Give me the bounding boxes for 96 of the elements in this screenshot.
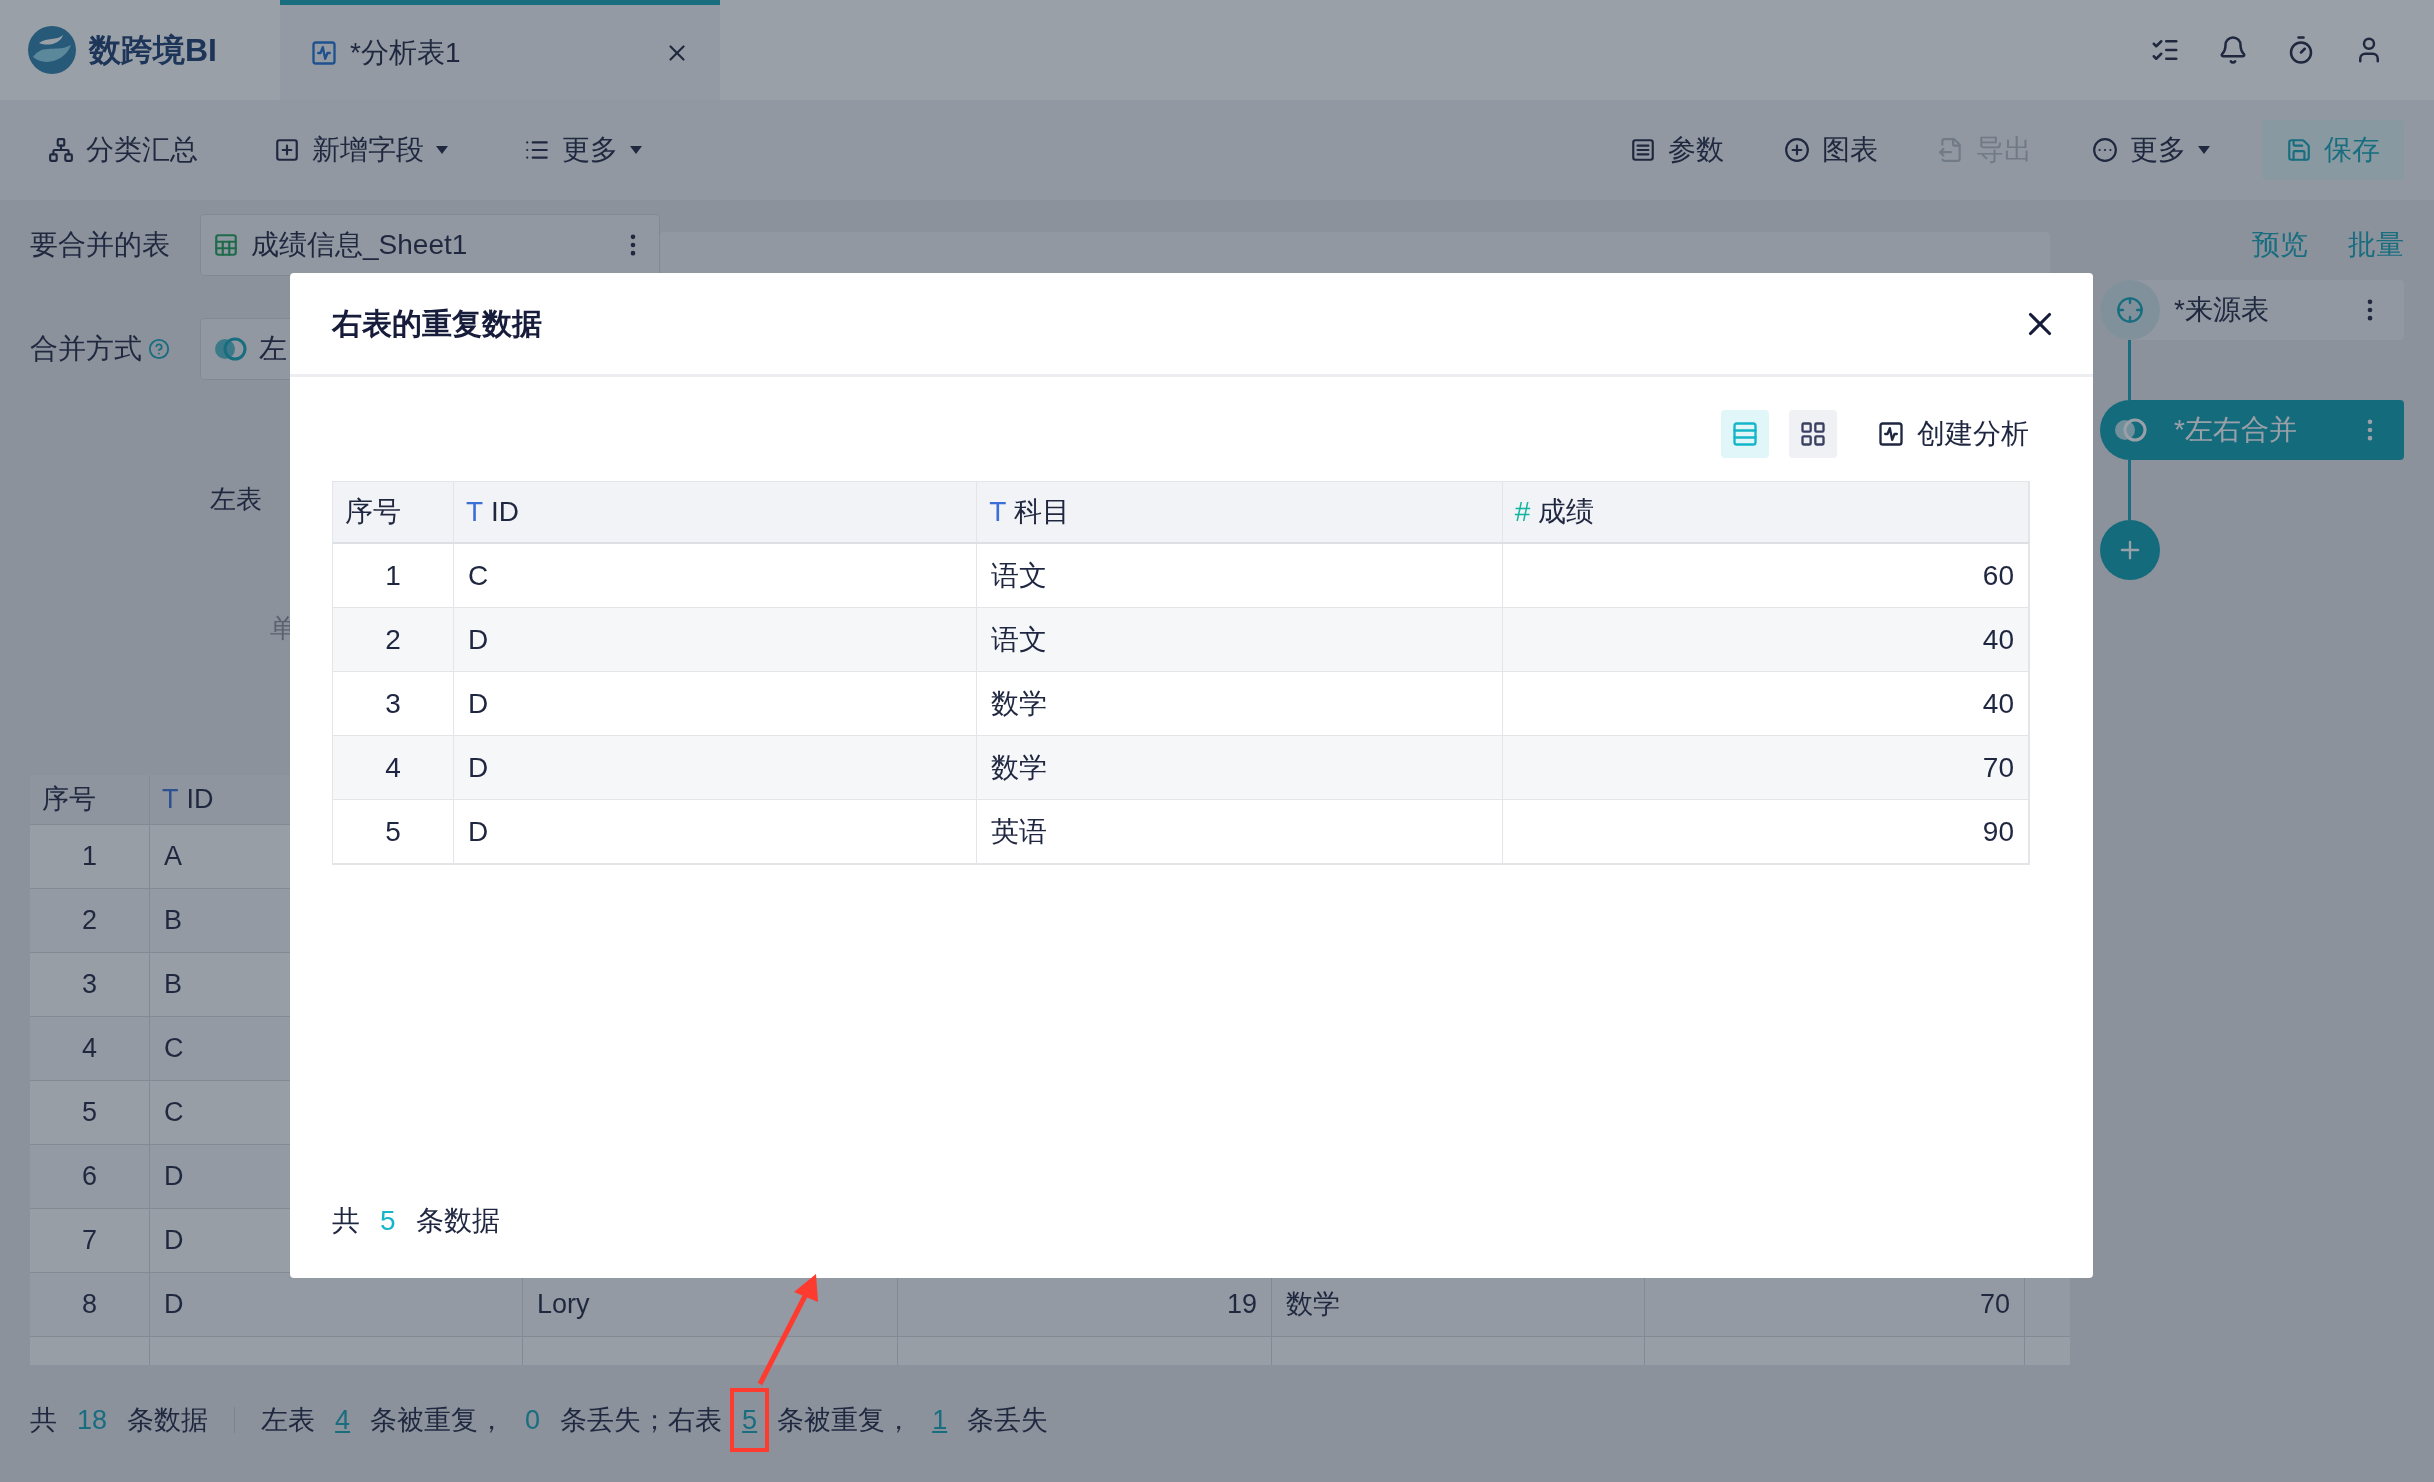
table-cell-text: D [467, 814, 489, 849]
tab[interactable]: *分析表1 [280, 0, 720, 100]
field-label: 要合并的表 [30, 228, 170, 262]
table-cell-text: 语文 [991, 558, 1048, 593]
logo-icon [25, 23, 79, 77]
table-cell-text: 英语 [991, 814, 1048, 849]
table-cell-text: 6 [82, 1160, 97, 1194]
spreadsheet-icon [213, 232, 239, 258]
export-icon [1938, 137, 1964, 163]
overlapping-circles-icon [213, 337, 247, 361]
panel-icon [1630, 137, 1656, 163]
table-cell-text: D [467, 622, 489, 657]
column-header: T ID [465, 495, 519, 529]
save-icon [2286, 137, 2312, 163]
grid-icon [1799, 420, 1827, 448]
summary-text: 左表 [261, 1403, 316, 1437]
table-cell-text: 2 [82, 904, 97, 938]
table-cell-text: 3 [82, 968, 97, 1002]
dialog-title: 右表的重复数据 [332, 306, 542, 342]
bell-icon[interactable] [2218, 35, 2248, 65]
summary-text: 共 [30, 1403, 57, 1437]
table-cell-text: 1 [385, 558, 401, 593]
plus-square-icon [274, 137, 300, 163]
table-cell-text: A [164, 840, 182, 874]
table-cell-text: 5 [82, 1096, 97, 1130]
table-select[interactable]: 成绩信息_Sheet1 [200, 214, 660, 276]
summary-text: 条被重复， [370, 1403, 506, 1437]
caret-icon [436, 146, 448, 154]
flow-node[interactable]: *来源表 [2100, 280, 2404, 340]
table-cell-text: 2 [385, 622, 401, 657]
logo-text: 数跨境BI [89, 31, 217, 70]
table-cell-text: 数学 [1286, 1288, 1340, 1322]
column-header: 序号 [42, 783, 96, 817]
summary-text: 条被重复， [777, 1403, 913, 1437]
toolbar-button[interactable]: 参数 [1612, 120, 1742, 180]
table-cell-text: C [164, 1032, 184, 1066]
table-cell-text: C [164, 1096, 184, 1130]
toolbar-button[interactable]: 分类汇总 [30, 120, 216, 180]
summary-text: 条数据 [415, 1204, 500, 1238]
table-cell-text: D [467, 750, 489, 785]
table-cell-text: 5 [385, 814, 401, 849]
column-header: T ID [162, 783, 214, 817]
hierarchy-icon [48, 137, 74, 163]
table-cell-text: 1 [82, 840, 97, 874]
table-cell-text: 8 [82, 1288, 97, 1322]
table-cell-text: 语文 [991, 622, 1048, 657]
chart-icon [1877, 420, 1905, 448]
ellipsis-circle-icon [2092, 137, 2118, 163]
create-analysis-button[interactable]: 创建分析 [1877, 413, 2029, 455]
count-text: 5 [379, 1204, 397, 1238]
table-cell-text: 数学 [991, 686, 1048, 721]
table-cell-text: 4 [82, 1032, 97, 1066]
rows-icon [1731, 420, 1759, 448]
toolbar-button[interactable]: 更多 [506, 120, 660, 180]
summary-text: 共 [332, 1204, 360, 1238]
left-table-label: 左表 [210, 483, 262, 516]
column-header: # 成绩 [1514, 495, 1595, 529]
table-cell-text: D [164, 1160, 184, 1194]
table-cell-text: 40 [1982, 622, 2014, 657]
caret-icon [630, 146, 642, 154]
tab-label: *分析表1 [350, 35, 462, 70]
table-cell-text: 70 [1979, 1288, 2010, 1322]
toolbar-button[interactable]: 图表 [1766, 120, 1896, 180]
caret-icon [2198, 146, 2210, 154]
column-header: 序号 [345, 495, 401, 529]
summary-text: 条数据 [127, 1403, 209, 1437]
table-cell-text: D [467, 686, 489, 721]
table-cell-text: D [164, 1224, 184, 1258]
table-cell-text: C [467, 558, 489, 593]
toolbar-button[interactable]: 新增字段 [256, 120, 466, 180]
table-cell-text: B [164, 968, 182, 1002]
table-cell-text: 19 [1226, 1288, 1257, 1322]
table-cell-text: 3 [385, 686, 401, 721]
table-cell-text: 数学 [991, 750, 1048, 785]
table-cell-text: D [164, 1288, 184, 1322]
table-cell-text: 60 [1982, 558, 2014, 593]
table-cell-text: B [164, 904, 182, 938]
column-header: T 科目 [989, 495, 1071, 529]
table-cell-text: Lory [537, 1288, 590, 1322]
crosshair-icon [2116, 296, 2144, 324]
table-cell-text: 7 [82, 1224, 97, 1258]
toolbar-button[interactable]: 更多 [2074, 120, 2228, 180]
table-cell-text: 90 [1982, 814, 2014, 849]
overlapping-circles-icon [2113, 418, 2147, 442]
summary-text: 条丢失；右表 [560, 1403, 723, 1437]
add-node-button[interactable] [2100, 520, 2160, 580]
summary-text: 条丢失 [967, 1403, 1049, 1437]
grid-view-button[interactable] [1789, 410, 1837, 458]
table-cell-text: 40 [1982, 686, 2014, 721]
plus-circle-icon [1784, 137, 1810, 163]
table-cell-text: 4 [385, 750, 401, 785]
count-text: 18 [76, 1403, 109, 1437]
chart-icon [310, 38, 338, 67]
count-text: 0 [524, 1403, 542, 1437]
table-cell-text: 70 [1982, 750, 2014, 785]
field-label: 合并方式 [30, 332, 142, 366]
